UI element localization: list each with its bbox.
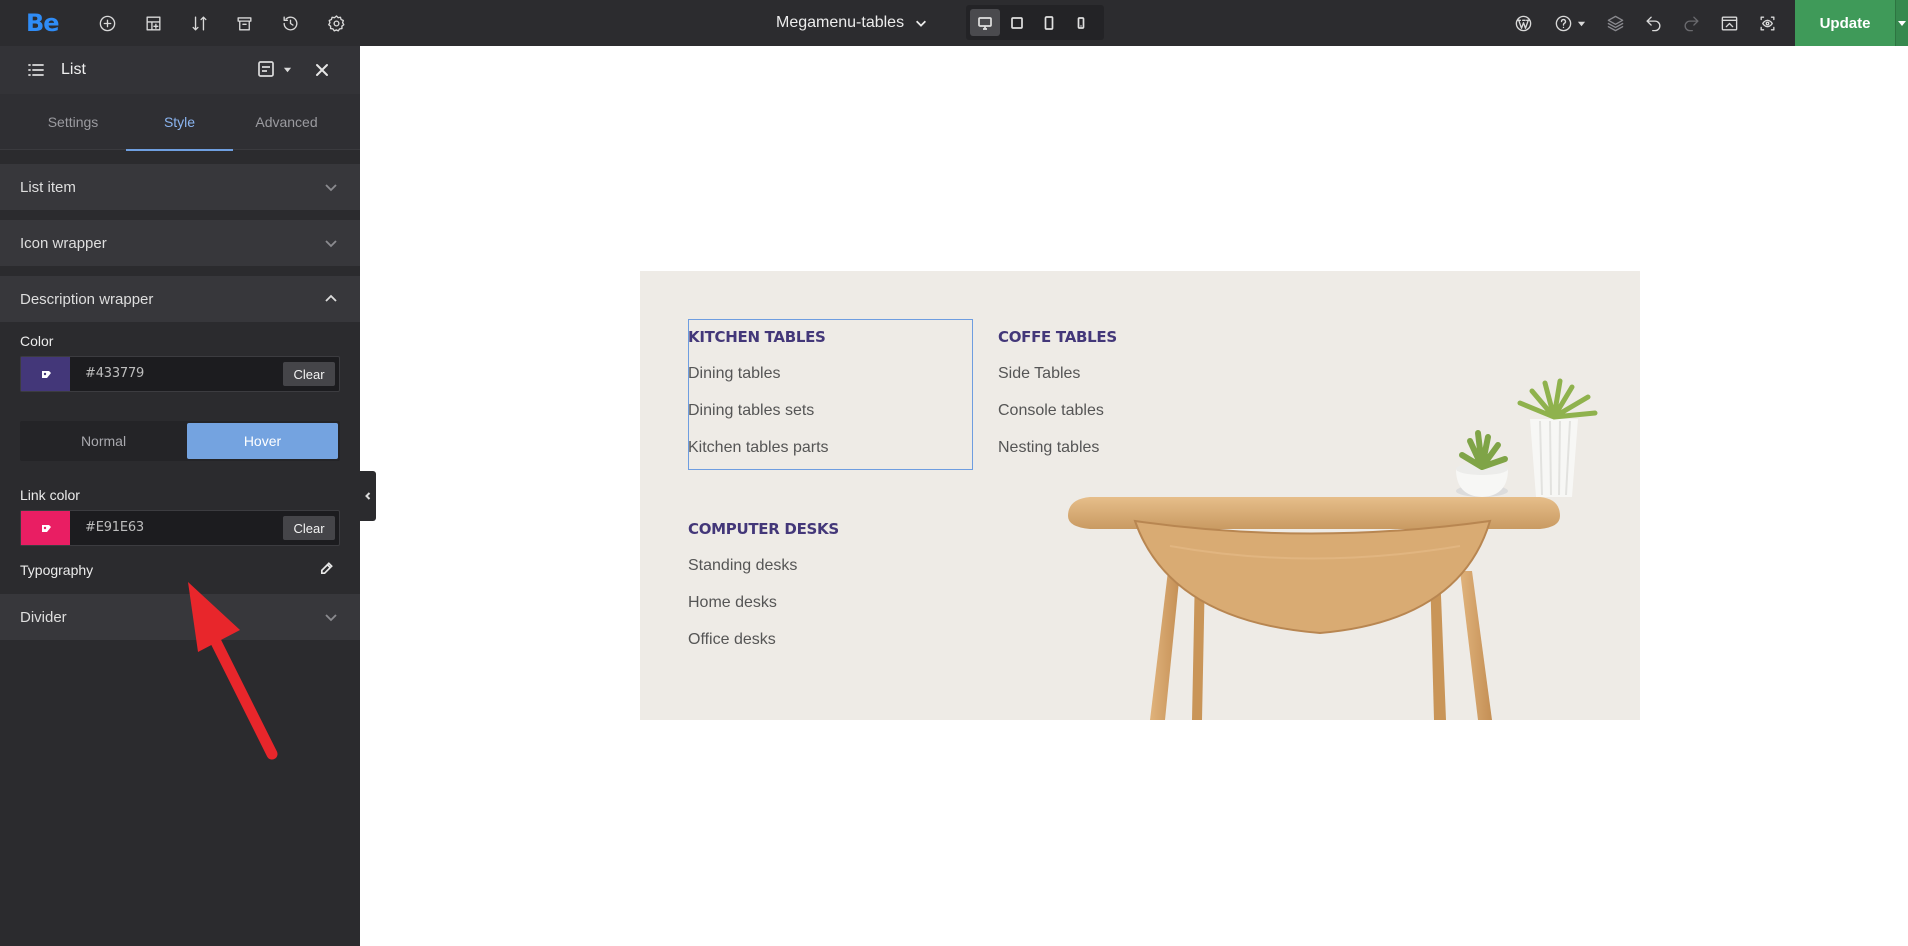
- sidebar-header: List: [0, 46, 360, 94]
- list-item[interactable]: Home desks: [688, 594, 839, 612]
- page-title: Megamenu-tables: [776, 14, 905, 31]
- state-normal-button[interactable]: Normal: [20, 421, 187, 461]
- column-heading[interactable]: COMPUTER DESKS: [688, 520, 839, 538]
- presets-button[interactable]: [256, 59, 292, 79]
- laptop-icon[interactable]: [1002, 9, 1032, 36]
- list-item[interactable]: Nesting tables: [998, 439, 1117, 457]
- eye-icon[interactable]: [1755, 11, 1779, 35]
- menu-column-coffe-tables: COFFE TABLES Side Tables Console tables …: [998, 328, 1117, 457]
- history-icon[interactable]: [278, 11, 302, 35]
- top-toolbar: Be Megamenu-tables Update: [0, 0, 1908, 46]
- tablet-icon[interactable]: [1034, 9, 1064, 36]
- typography-label: Typography: [20, 562, 94, 578]
- settings-icon[interactable]: [324, 11, 348, 35]
- device-switcher: [966, 5, 1104, 40]
- section-label: Divider: [20, 608, 67, 626]
- list-item[interactable]: Side Tables: [998, 365, 1117, 383]
- color-picker-icon: [41, 525, 51, 532]
- close-icon[interactable]: [312, 60, 332, 85]
- mobile-icon[interactable]: [1066, 9, 1096, 36]
- page-selector[interactable]: Megamenu-tables: [776, 12, 928, 34]
- template-icon[interactable]: [232, 11, 256, 35]
- color-value[interactable]: #433779: [85, 366, 144, 381]
- style-sidebar: List Settings Style Advanced List item I…: [0, 46, 360, 946]
- collapse-sidebar-handle[interactable]: [360, 471, 376, 521]
- annotation-arrow-icon: [188, 582, 278, 760]
- megamenu-preview: KITCHEN TABLES Dining tables Dining tabl…: [640, 271, 1640, 720]
- desktop-icon[interactable]: [970, 9, 1000, 36]
- list-item[interactable]: Dining tables: [688, 365, 829, 383]
- color-swatch[interactable]: [21, 357, 70, 391]
- undo-icon[interactable]: [1641, 11, 1665, 35]
- color-field[interactable]: #433779 Clear: [20, 356, 340, 392]
- redo-icon[interactable]: [1679, 11, 1703, 35]
- color-label: Color: [20, 333, 54, 349]
- edit-pencil-icon[interactable]: [319, 561, 334, 581]
- chevron-down-icon: [324, 180, 338, 198]
- section-label: List item: [20, 178, 76, 196]
- sort-icon[interactable]: [187, 11, 211, 35]
- section-label: Description wrapper: [20, 290, 154, 308]
- section-description-wrapper[interactable]: Description wrapper: [0, 276, 360, 322]
- sidebar-title: List: [61, 61, 86, 78]
- list-item[interactable]: Standing desks: [688, 557, 839, 575]
- chevron-left-icon: [365, 492, 371, 500]
- section-icon-wrapper[interactable]: Icon wrapper: [0, 220, 360, 266]
- section-label: Icon wrapper: [20, 234, 107, 252]
- caret-down-icon: [283, 67, 292, 72]
- state-hover-button[interactable]: Hover: [187, 423, 338, 459]
- menu-column-kitchen-tables: KITCHEN TABLES Dining tables Dining tabl…: [688, 328, 829, 457]
- section-list-item[interactable]: List item: [0, 164, 360, 210]
- link-color-label: Link color: [20, 487, 80, 503]
- list-item[interactable]: Kitchen tables parts: [688, 439, 829, 457]
- tab-style[interactable]: Style: [126, 94, 233, 151]
- sidebar-tabs: Settings Style Advanced: [0, 94, 360, 151]
- layout-icon[interactable]: [141, 11, 165, 35]
- add-icon[interactable]: [95, 11, 119, 35]
- chevron-down-icon: [324, 236, 338, 254]
- column-heading[interactable]: COFFE TABLES: [998, 328, 1117, 346]
- list-item[interactable]: Console tables: [998, 402, 1117, 420]
- link-color-swatch[interactable]: [21, 511, 70, 545]
- column-heading[interactable]: KITCHEN TABLES: [688, 328, 829, 346]
- list-item[interactable]: Office desks: [688, 631, 839, 649]
- update-options-icon[interactable]: [1895, 0, 1908, 46]
- color-picker-icon: [41, 371, 51, 378]
- chevron-down-icon: [916, 20, 927, 27]
- clear-color-button[interactable]: Clear: [283, 362, 335, 386]
- update-button[interactable]: Update: [1795, 0, 1895, 46]
- help-dropdown-icon[interactable]: [1574, 11, 1588, 35]
- tab-settings[interactable]: Settings: [0, 94, 146, 150]
- state-toggle: Normal Hover: [20, 421, 340, 461]
- clear-link-color-button[interactable]: Clear: [283, 516, 335, 540]
- menu-column-computer-desks: COMPUTER DESKS Standing desks Home desks…: [688, 520, 839, 649]
- be-logo[interactable]: Be: [26, 9, 60, 37]
- list-icon: [26, 60, 46, 85]
- chevron-down-icon: [324, 610, 338, 628]
- link-color-field[interactable]: #E91E63 Clear: [20, 510, 340, 546]
- chevron-up-icon: [324, 292, 338, 310]
- layers-icon[interactable]: [1603, 11, 1627, 35]
- list-item[interactable]: Dining tables sets: [688, 402, 829, 420]
- preset-icon: [258, 61, 274, 77]
- tab-advanced[interactable]: Advanced: [233, 94, 340, 150]
- preview-icon[interactable]: [1717, 11, 1741, 35]
- wordpress-icon[interactable]: [1511, 11, 1535, 35]
- link-color-value[interactable]: #E91E63: [85, 520, 144, 535]
- help-icon[interactable]: [1551, 11, 1575, 35]
